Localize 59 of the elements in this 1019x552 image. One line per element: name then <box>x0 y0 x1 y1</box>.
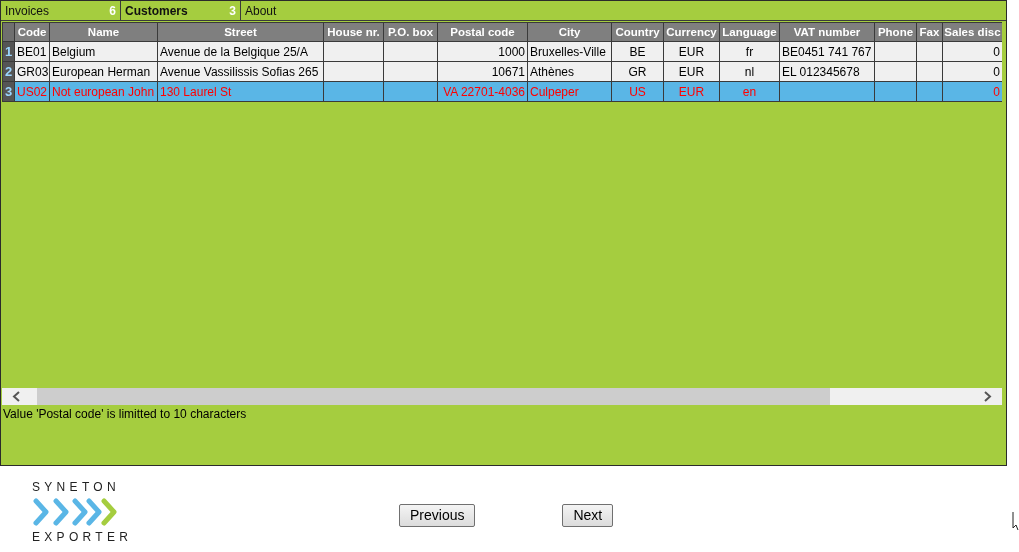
column-header[interactable]: VAT number <box>779 22 875 42</box>
table-cell: Avenue de la Belgique 25/A <box>157 41 324 62</box>
table-cell: en <box>719 81 780 102</box>
row-number: 1 <box>2 41 15 62</box>
column-header[interactable]: Currency <box>663 22 720 42</box>
tab-count: 3 <box>229 3 236 18</box>
next-button[interactable]: Next <box>562 503 614 527</box>
tab-count: 6 <box>109 3 116 18</box>
column-header[interactable]: Name <box>49 22 158 42</box>
table-cell: US <box>611 81 664 102</box>
column-header[interactable]: City <box>527 22 612 42</box>
table-cell: Avenue Vassilissis Sofias 265 <box>157 61 324 82</box>
column-header[interactable]: Language <box>719 22 780 42</box>
table-cell: GR <box>611 61 664 82</box>
column-header[interactable]: Code <box>14 22 50 42</box>
table-row[interactable]: 1 BE01 Belgium Avenue de la Belgique 25/A 1000 Bruxelles-Ville BE EUR fr BE0451 741 767 0 <box>2 41 1002 62</box>
column-header[interactable]: Fax <box>916 22 943 42</box>
table-cell: Athènes <box>527 61 612 82</box>
table-cell: Not european John <box>49 81 158 102</box>
table-cell: European Herman <box>49 61 158 82</box>
cursor-icon <box>1012 511 1019 531</box>
chevron-right-icon <box>982 390 993 403</box>
row-number: 3 <box>2 81 15 102</box>
column-header[interactable]: House nr. <box>323 22 384 42</box>
column-header[interactable]: Sales disc <box>942 22 1002 42</box>
column-header[interactable]: Phone <box>874 22 917 42</box>
table-row[interactable]: 3 US02 Not european John 130 Laurel St VA 22701-4036 Culpeper US EUR en 0 <box>2 81 1002 102</box>
logo-title: SYNETON <box>32 480 120 494</box>
table-row[interactable]: 2 GR03 European Herman Avenue Vassilissis Sofias 265 10671 Athènes GR EUR nl EL 012345678 0 <box>2 61 1002 82</box>
table-cell: nl <box>719 61 780 82</box>
table-cell: BE01 <box>14 41 50 62</box>
table-cell: US02 <box>14 81 50 102</box>
table-cell: EUR <box>663 41 720 62</box>
table-cell: Belgium <box>49 41 158 62</box>
horizontal-scrollbar[interactable] <box>2 388 1002 405</box>
table-cell: Bruxelles-Ville <box>527 41 612 62</box>
column-header[interactable]: Country <box>611 22 664 42</box>
table-cell: GR03 <box>14 61 50 82</box>
row-number: 2 <box>2 61 15 82</box>
table-cell: BE <box>611 41 664 62</box>
chevrons-logo-icon <box>33 498 119 526</box>
chevron-left-icon <box>11 390 22 403</box>
table-cell: 1000 <box>437 41 528 62</box>
column-header[interactable]: P.O. box <box>383 22 438 42</box>
column-header[interactable]: Street <box>157 22 324 42</box>
column-header[interactable]: Postal code <box>437 22 528 42</box>
table-cell: Culpeper <box>527 81 612 102</box>
previous-button[interactable]: Previous <box>399 503 476 527</box>
table-cell: EL 012345678 <box>779 61 875 82</box>
table-cell: VA 22701-4036 <box>437 81 528 102</box>
table-cell: BE0451 741 767 <box>779 41 875 62</box>
scrollbar-thumb[interactable] <box>37 388 830 405</box>
table-cell: fr <box>719 41 780 62</box>
table-cell: 10671 <box>437 61 528 82</box>
logo-subtitle: EXPORTER <box>32 530 133 544</box>
table-cell: EUR <box>663 61 720 82</box>
table-cell: EUR <box>663 81 720 102</box>
table-cell: 130 Laurel St <box>157 81 324 102</box>
status-message: Value 'Postal code' is limitted to 10 characters <box>2 406 248 423</box>
